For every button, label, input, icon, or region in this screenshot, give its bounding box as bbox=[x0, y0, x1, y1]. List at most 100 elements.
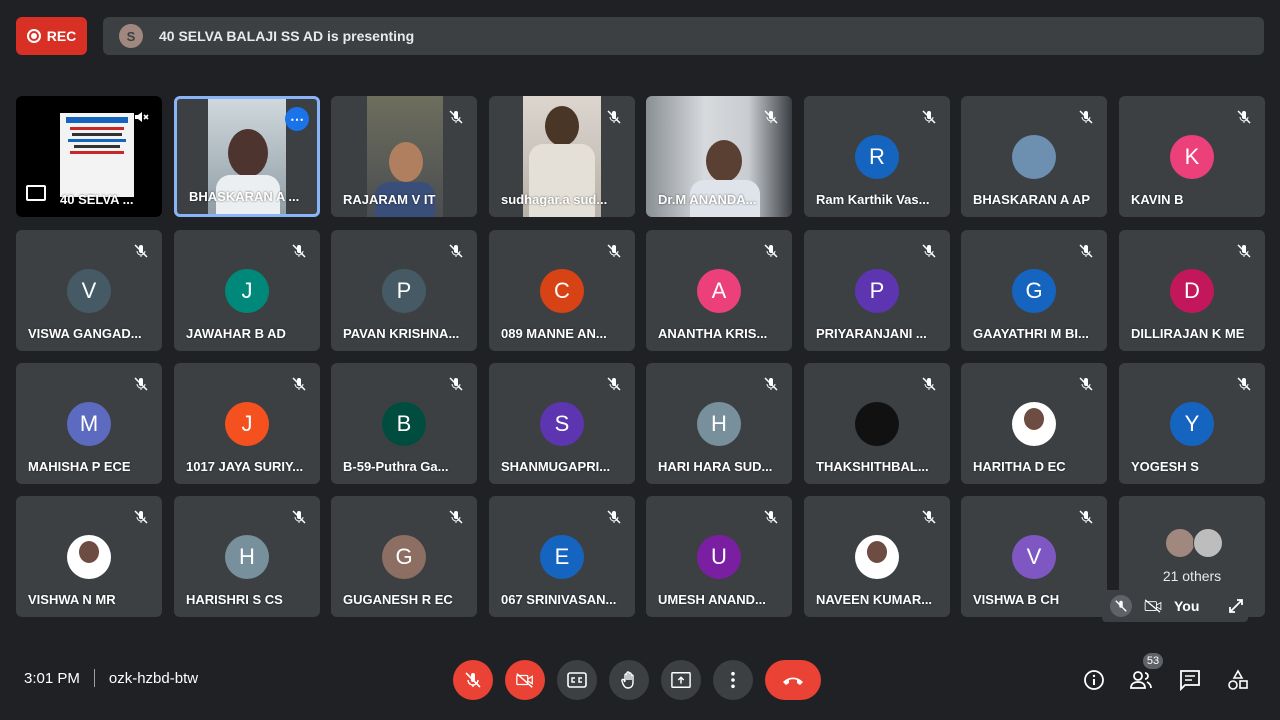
meeting-details-button[interactable] bbox=[1081, 667, 1107, 693]
participant-avatar: H bbox=[225, 535, 269, 579]
participant-name: RAJARAM V IT bbox=[343, 192, 436, 207]
expand-icon[interactable] bbox=[1225, 595, 1247, 617]
participant-name: JAWAHAR B AD bbox=[186, 326, 286, 341]
participant-tile[interactable]: HARITHA D EC bbox=[961, 363, 1107, 484]
leave-call-button[interactable] bbox=[765, 660, 821, 700]
participant-avatar: M bbox=[67, 402, 111, 446]
participant-tile[interactable]: BHASKARAN A AP bbox=[961, 96, 1107, 217]
participant-tile[interactable]: B B-59-Puthra Ga... bbox=[331, 363, 477, 484]
participant-name: HARI HARA SUD... bbox=[658, 459, 773, 474]
participant-name: 40 SELVA ... bbox=[60, 192, 134, 207]
participant-avatar: J bbox=[225, 269, 269, 313]
present-now-button[interactable] bbox=[661, 660, 701, 700]
participant-tile[interactable]: C 089 MANNE AN... bbox=[489, 230, 635, 351]
more-vert-icon bbox=[731, 671, 735, 689]
participant-tile[interactable]: S SHANMUGAPRI... bbox=[489, 363, 635, 484]
speaker-muted-icon bbox=[130, 106, 152, 128]
self-label: You bbox=[1174, 598, 1200, 614]
participant-tile[interactable]: A ANANTHA KRIS... bbox=[646, 230, 792, 351]
activities-button[interactable] bbox=[1225, 667, 1251, 693]
slide-thumbnail bbox=[60, 113, 134, 197]
tile-video[interactable]: sudhagar.a sud... bbox=[489, 96, 635, 217]
recording-indicator[interactable]: REC bbox=[16, 17, 87, 55]
participant-tile[interactable]: J JAWAHAR B AD bbox=[174, 230, 320, 351]
participant-tile[interactable]: J 1017 JAYA SURIY... bbox=[174, 363, 320, 484]
captions-button[interactable] bbox=[557, 660, 597, 700]
participant-name: PRIYARANJANI ... bbox=[816, 326, 927, 341]
participant-name: HARITHA D EC bbox=[973, 459, 1066, 474]
tile-active-speaker[interactable]: ⋯ BHASKARAN A ... bbox=[174, 96, 320, 217]
self-view[interactable]: You bbox=[1102, 590, 1248, 622]
meeting-time: 3:01 PM bbox=[24, 669, 80, 687]
participant-tile[interactable]: H HARISHRI S CS bbox=[174, 496, 320, 617]
participant-name: BHASKARAN A AP bbox=[973, 192, 1090, 207]
participant-tile[interactable]: K KAVIN B bbox=[1119, 96, 1265, 217]
mic-off-icon bbox=[1233, 106, 1255, 128]
meeting-code[interactable]: ozk-hzbd-btw bbox=[109, 670, 198, 687]
participant-tile[interactable]: R Ram Karthik Vas... bbox=[804, 96, 950, 217]
participant-name: Dr.M ANANDA... bbox=[658, 192, 757, 207]
tile-presentation[interactable]: 40 SELVA ... bbox=[16, 96, 162, 217]
participant-name: YOGESH S bbox=[1131, 459, 1199, 474]
raise-hand-button[interactable] bbox=[609, 660, 649, 700]
mic-off-icon bbox=[760, 373, 782, 395]
more-options-button[interactable] bbox=[713, 660, 753, 700]
participant-tile[interactable]: V VISWA GANGAD... bbox=[16, 230, 162, 351]
mic-off-icon bbox=[1075, 106, 1097, 128]
participant-tile[interactable]: Y YOGESH S bbox=[1119, 363, 1265, 484]
participant-avatar: D bbox=[1170, 269, 1214, 313]
participant-tile[interactable]: P PAVAN KRISHNA... bbox=[331, 230, 477, 351]
camera-off-icon bbox=[1142, 595, 1164, 617]
mic-off-icon bbox=[918, 240, 940, 262]
participant-tile[interactable]: VISHWA N MR bbox=[16, 496, 162, 617]
participant-tile[interactable]: D DILLIRAJAN K ME bbox=[1119, 230, 1265, 351]
people-button[interactable] bbox=[1128, 667, 1154, 693]
mic-off-icon bbox=[130, 240, 152, 262]
participant-name: VISWA GANGAD... bbox=[28, 326, 142, 341]
participant-name: 1017 JAYA SURIY... bbox=[186, 459, 304, 474]
mic-off-icon bbox=[603, 106, 625, 128]
mic-off-icon bbox=[760, 506, 782, 528]
activities-icon bbox=[1228, 669, 1248, 690]
participant-avatar: C bbox=[540, 269, 584, 313]
mic-off-icon bbox=[288, 240, 310, 262]
participant-avatar: U bbox=[697, 535, 741, 579]
chat-button[interactable] bbox=[1177, 667, 1203, 693]
present-icon bbox=[671, 672, 691, 688]
participant-tile[interactable]: NAVEEN KUMAR... bbox=[804, 496, 950, 617]
mic-off-icon bbox=[445, 373, 467, 395]
participant-photo bbox=[1012, 402, 1056, 446]
participant-name: ANANTHA KRIS... bbox=[658, 326, 768, 341]
mic-off-icon bbox=[603, 373, 625, 395]
participant-tile[interactable]: G GAAYATHRI M BI... bbox=[961, 230, 1107, 351]
mic-toggle-button[interactable] bbox=[453, 660, 493, 700]
participant-tile[interactable]: U UMESH ANAND... bbox=[646, 496, 792, 617]
camera-off-icon bbox=[516, 673, 533, 688]
participant-name: NAVEEN KUMAR... bbox=[816, 592, 933, 607]
participant-name: BHASKARAN A ... bbox=[189, 189, 300, 204]
participant-avatar: G bbox=[382, 535, 426, 579]
participant-tile[interactable]: V VISHWA B CH bbox=[961, 496, 1107, 617]
participant-tile[interactable]: THAKSHITHBAL... bbox=[804, 363, 950, 484]
camera-toggle-button[interactable] bbox=[505, 660, 545, 700]
participant-tile[interactable]: E 067 SRINIVASAN... bbox=[489, 496, 635, 617]
mic-off-icon bbox=[603, 506, 625, 528]
closed-captions-icon bbox=[567, 672, 587, 688]
tile-video[interactable]: Dr.M ANANDA... bbox=[646, 96, 792, 217]
divider bbox=[93, 669, 95, 687]
participant-name: UMESH ANAND... bbox=[658, 592, 766, 607]
recording-label: REC bbox=[46, 28, 77, 44]
participant-avatar: S bbox=[540, 402, 584, 446]
participant-tile[interactable]: P PRIYARANJANI ... bbox=[804, 230, 950, 351]
participant-avatar: G bbox=[1012, 269, 1056, 313]
participant-tile[interactable]: M MAHISHA P ECE bbox=[16, 363, 162, 484]
participant-tile[interactable]: G GUGANESH R EC bbox=[331, 496, 477, 617]
mic-off-icon bbox=[130, 506, 152, 528]
tile-video[interactable]: RAJARAM V IT bbox=[331, 96, 477, 217]
participant-tile[interactable]: H HARI HARA SUD... bbox=[646, 363, 792, 484]
participant-name: B-59-Puthra Ga... bbox=[343, 459, 449, 474]
mic-off-icon bbox=[465, 672, 481, 688]
participant-name: SHANMUGAPRI... bbox=[501, 459, 611, 474]
more-options-button[interactable]: ⋯ bbox=[285, 107, 309, 131]
present-screen-icon bbox=[26, 185, 46, 201]
